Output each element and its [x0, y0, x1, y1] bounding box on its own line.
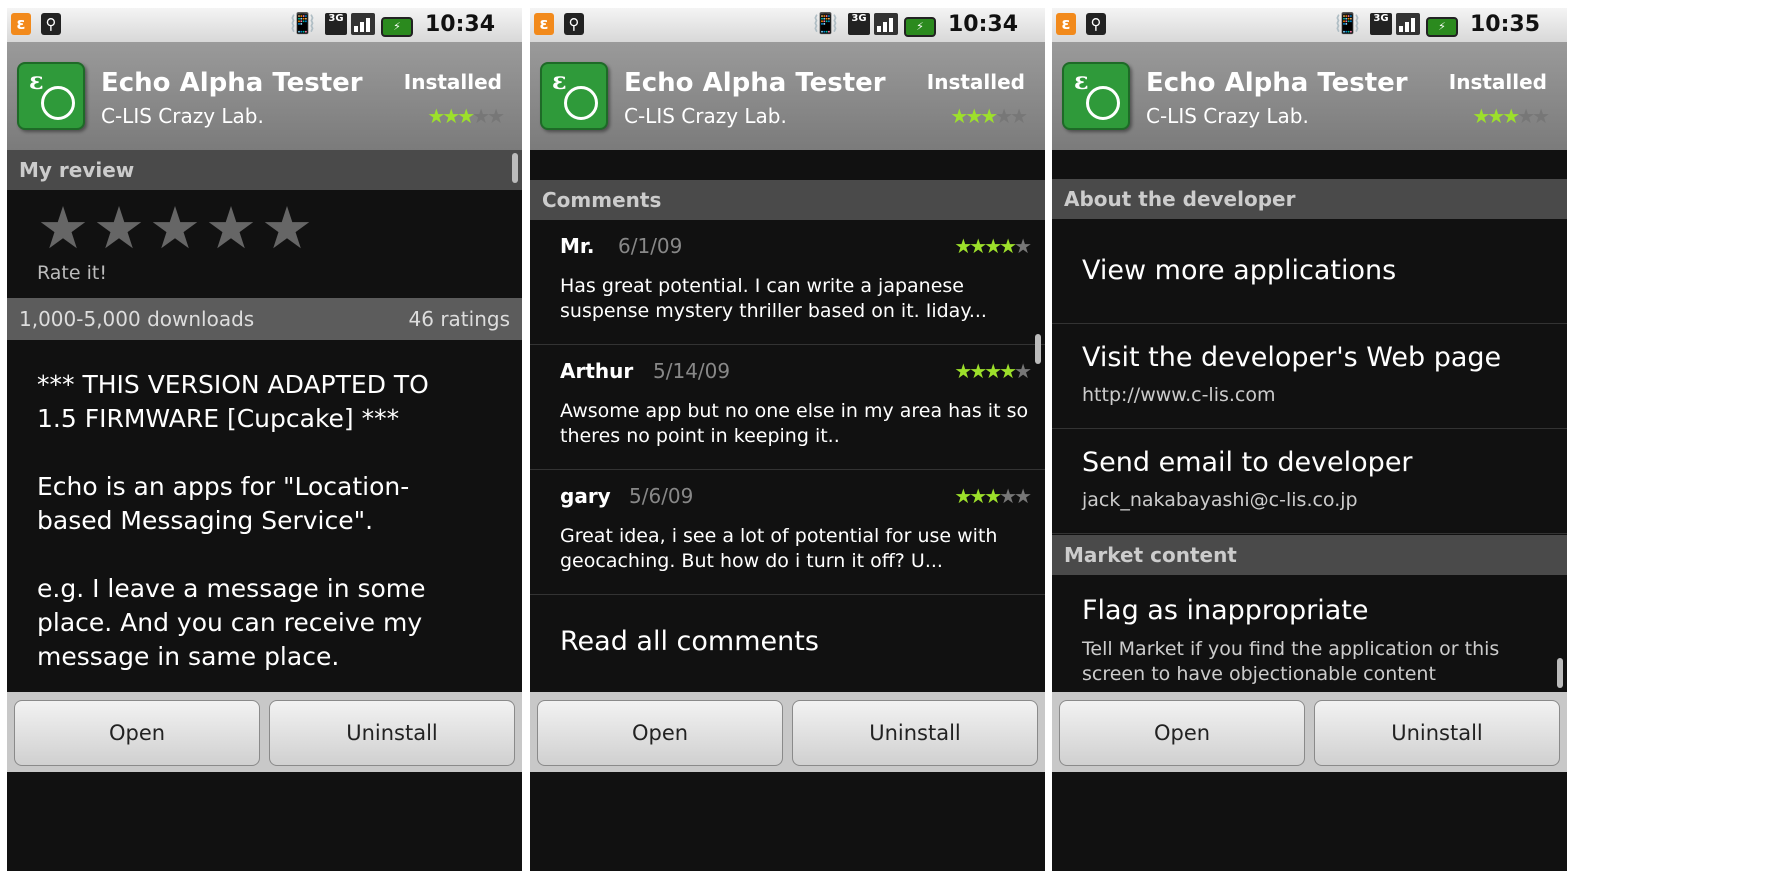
app-title: Echo Alpha Tester: [1146, 68, 1408, 98]
network-3g-icon: 3G: [848, 13, 870, 35]
battery-icon: ⚡: [1426, 17, 1458, 37]
section-header-comments: Comments: [530, 180, 1045, 220]
usb-icon: ⚲: [564, 13, 584, 35]
action-bar: Open Uninstall: [7, 692, 522, 772]
scrollbar[interactable]: [512, 153, 518, 183]
comment-text: Awsome app but no one else in my area ha…: [560, 400, 1029, 447]
app-developer: C-LIS Crazy Lab.: [624, 104, 787, 128]
app-rating-stars: ★★★★★: [950, 104, 1028, 128]
rate-it-label: Rate it!: [37, 262, 107, 284]
action-bar: Open Uninstall: [1052, 692, 1567, 772]
echo-notification-icon: ε: [11, 13, 31, 35]
app-rating-stars: ★★★★★: [1472, 104, 1550, 128]
app-title: Echo Alpha Tester: [624, 68, 886, 98]
status-bar: ε ⚲ 📳 3G ⚡ 10:34: [7, 8, 522, 42]
install-status: Installed: [1448, 70, 1547, 94]
signal-icon: [351, 13, 375, 35]
comment-text: Has great potential. I can write a japan…: [560, 275, 987, 322]
comment-rating-stars: ★★★★★: [954, 484, 1032, 508]
open-button[interactable]: Open: [537, 700, 783, 766]
comment-rating-stars: ★★★★★: [954, 234, 1032, 258]
network-3g-icon: 3G: [1370, 13, 1392, 35]
comment-item[interactable]: gary 5/6/09 ★★★★★ Great idea, i see a lo…: [530, 470, 1045, 595]
section-header-my-review: My review: [7, 150, 522, 190]
vibrate-icon: 📳: [290, 11, 315, 35]
app-rating-stars: ★★★★★: [427, 104, 505, 128]
clock: 10:34: [948, 12, 1019, 37]
flag-inappropriate-item[interactable]: Flag as inappropriate Tell Market if you…: [1052, 575, 1567, 692]
comment-author: Mr.: [560, 234, 595, 258]
app-header: ε Echo Alpha Tester C-LIS Crazy Lab. Ins…: [530, 42, 1045, 150]
vibrate-icon: 📳: [813, 11, 838, 35]
signal-icon: [874, 13, 898, 35]
comment-text: Great idea, i see a lot of potential for…: [560, 525, 998, 572]
echo-notification-icon: ε: [534, 13, 554, 35]
open-button[interactable]: Open: [14, 700, 260, 766]
section-header-about-developer: About the developer: [1052, 179, 1567, 219]
action-bar: Open Uninstall: [530, 692, 1045, 772]
status-bar: ε ⚲ 📳 3G ⚡ 10:35: [1052, 8, 1567, 42]
view-more-applications-label: View more applications: [1082, 255, 1397, 286]
usb-icon: ⚲: [1086, 13, 1106, 35]
downloads-count: 1,000-5,000 downloads: [19, 307, 255, 331]
visit-web-page-item[interactable]: Visit the developer's Web page http://ww…: [1052, 324, 1567, 429]
comment-date: 6/1/09: [618, 234, 683, 258]
comment-date: 5/6/09: [629, 484, 694, 508]
section-header-market-content: Market content: [1052, 535, 1567, 575]
visit-web-page-label: Visit the developer's Web page: [1082, 342, 1502, 373]
network-3g-icon: 3G: [325, 13, 347, 35]
read-all-comments-link[interactable]: Read all comments: [560, 626, 819, 657]
send-email-item[interactable]: Send email to developer jack_nakabayashi…: [1052, 429, 1567, 534]
echo-notification-icon: ε: [1056, 13, 1076, 35]
developer-url: http://www.c-lis.com: [1082, 384, 1276, 406]
screen-my-review: ε ⚲ 📳 3G ⚡ 10:34 ε Echo Alpha Tester C-L…: [7, 8, 522, 871]
rate-stars-input[interactable]: ★★★★★: [37, 194, 317, 262]
ratings-count: 46 ratings: [408, 307, 510, 331]
app-description: *** THIS VERSION ADAPTED TO 1.5 FIRMWARE…: [37, 370, 429, 671]
battery-icon: ⚡: [904, 17, 936, 37]
app-icon: ε: [1062, 62, 1130, 130]
battery-icon: ⚡: [381, 17, 413, 37]
comment-author: gary: [560, 484, 611, 508]
comment-item[interactable]: Arthur 5/14/09 ★★★★★ Awsome app but no o…: [530, 345, 1045, 470]
clock: 10:34: [425, 12, 496, 37]
uninstall-button[interactable]: Uninstall: [1314, 700, 1560, 766]
open-button[interactable]: Open: [1059, 700, 1305, 766]
screen-developer-info: ε ⚲ 📳 3G ⚡ 10:35 ε Echo Alpha Tester C-L…: [1052, 8, 1567, 871]
comment-item[interactable]: Mr. 6/1/09 ★★★★★ Has great potential. I …: [530, 220, 1045, 345]
scrollbar[interactable]: [1035, 334, 1041, 364]
install-status: Installed: [926, 70, 1025, 94]
download-stats-bar: 1,000-5,000 downloads 46 ratings: [7, 298, 522, 340]
app-header: ε Echo Alpha Tester C-LIS Crazy Lab. Ins…: [1052, 42, 1567, 150]
app-title: Echo Alpha Tester: [101, 68, 363, 98]
flag-description: Tell Market if you find the application …: [1082, 638, 1500, 685]
uninstall-button[interactable]: Uninstall: [269, 700, 515, 766]
comment-date: 5/14/09: [653, 359, 731, 383]
view-more-applications-item[interactable]: View more applications: [1052, 219, 1567, 324]
usb-icon: ⚲: [41, 13, 61, 35]
app-developer: C-LIS Crazy Lab.: [101, 104, 264, 128]
screen-comments: ε ⚲ 📳 3G ⚡ 10:34 ε Echo Alpha Tester C-L…: [530, 8, 1045, 871]
send-email-label: Send email to developer: [1082, 447, 1413, 478]
uninstall-button[interactable]: Uninstall: [792, 700, 1038, 766]
comment-rating-stars: ★★★★★: [954, 359, 1032, 383]
signal-icon: [1396, 13, 1420, 35]
app-header: ε Echo Alpha Tester C-LIS Crazy Lab. Ins…: [7, 42, 522, 150]
app-icon: ε: [540, 62, 608, 130]
install-status: Installed: [403, 70, 502, 94]
vibrate-icon: 📳: [1335, 11, 1360, 35]
app-developer: C-LIS Crazy Lab.: [1146, 104, 1309, 128]
app-icon: ε: [17, 62, 85, 130]
flag-inappropriate-label: Flag as inappropriate: [1082, 595, 1369, 626]
comment-author: Arthur: [560, 359, 634, 383]
scrollbar[interactable]: [1557, 658, 1563, 688]
status-bar: ε ⚲ 📳 3G ⚡ 10:34: [530, 8, 1045, 42]
developer-email: jack_nakabayashi@c-lis.co.jp: [1082, 489, 1358, 511]
clock: 10:35: [1470, 12, 1541, 37]
